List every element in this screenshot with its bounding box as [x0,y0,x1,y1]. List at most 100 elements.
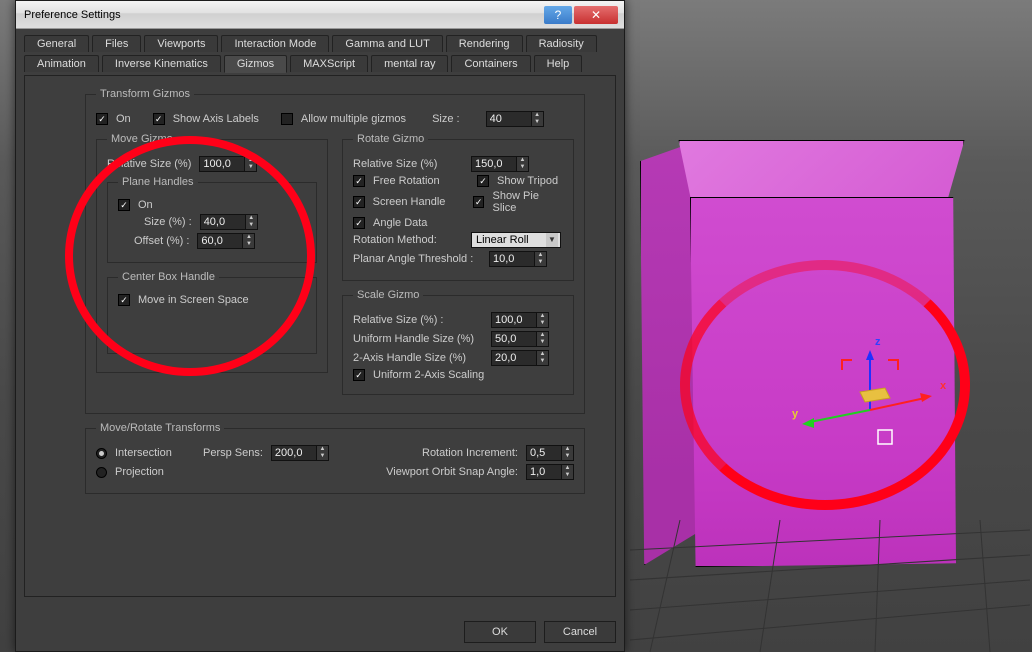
ph-size-label: Size (%) : [144,216,192,228]
tab-rendering[interactable]: Rendering [446,35,523,52]
ph-on-checkbox[interactable] [118,199,130,211]
ph-size-input[interactable] [200,214,246,230]
tg-allow-multiple-checkbox[interactable] [281,113,293,125]
rg-planar-input[interactable] [489,251,535,267]
tab-files[interactable]: Files [92,35,141,52]
ph-size-spinner[interactable]: ▲▼ [200,214,258,230]
rg-planar-spinner[interactable]: ▲▼ [489,251,547,267]
cube-front-face [690,197,970,567]
tab-viewports[interactable]: Viewports [144,35,218,52]
tab-help[interactable]: Help [534,55,583,72]
tab-containers[interactable]: Containers [451,55,530,72]
gizmos-panel: Transform Gizmos On Show Axis Labels All… [24,75,616,597]
rg-tripod-checkbox[interactable] [477,175,489,187]
sg-2axis-spinner[interactable]: ▲▼ [491,350,549,366]
ok-button[interactable]: OK [464,621,536,643]
rg-tripod-label: Show Tripod [497,175,558,187]
preferences-dialog: Preference Settings ? ✕ General Files Vi… [15,0,625,652]
mr-rotincr-spinner[interactable]: ▲▼ [526,445,574,461]
close-button[interactable]: ✕ [574,6,618,24]
ph-offset-spinner[interactable]: ▲▼ [197,233,255,249]
mr-projection-radio[interactable] [96,467,107,478]
rg-freerot-label: Free Rotation [373,175,469,187]
scale-gizmo-group: Scale Gizmo Relative Size (%) : ▲▼ Unifo… [342,289,574,395]
axis-x-label: x [940,380,946,392]
rg-pie-label: Show Pie Slice [492,190,563,214]
mr-intersection-label: Intersection [115,447,195,459]
rg-planar-label: Planar Angle Threshold : [353,253,481,265]
tg-size-label: Size : [432,113,460,125]
move-gizmo-legend: Move Gizmo [107,133,177,145]
tg-allow-multiple-label: Allow multiple gizmos [301,113,406,125]
rg-pie-checkbox[interactable] [473,196,485,208]
ph-on-label: On [138,199,153,211]
sg-uniform-spinner[interactable]: ▲▼ [491,331,549,347]
tabs-row-2: Animation Inverse Kinematics Gizmos MAXS… [24,55,616,72]
tg-on-label: On [116,113,131,125]
sg-relsize-spinner[interactable]: ▲▼ [491,312,549,328]
cb-move-label: Move in Screen Space [138,294,249,306]
tab-gizmos[interactable]: Gizmos [224,55,287,73]
cb-move-checkbox[interactable] [118,294,130,306]
plane-handles-legend: Plane Handles [118,176,198,188]
mg-relsize-spinner[interactable]: ▲▼ [199,156,257,172]
help-button[interactable]: ? [544,6,572,24]
mr-persp-spinner[interactable]: ▲▼ [271,445,329,461]
floor-grid [630,520,1030,652]
tab-inverse-kinematics[interactable]: Inverse Kinematics [102,55,221,72]
window-title: Preference Settings [24,9,121,21]
sg-uniformscale-checkbox[interactable] [353,369,365,381]
mr-persp-input[interactable] [271,445,317,461]
sg-uniform-input[interactable] [491,331,537,347]
move-rotate-transforms-group: Move/Rotate Transforms Intersection Pers… [85,422,585,494]
sg-uniformscale-label: Uniform 2-Axis Scaling [373,369,484,381]
cancel-button[interactable]: Cancel [544,621,616,643]
transform-gizmos-legend: Transform Gizmos [96,88,194,100]
tab-gamma-lut[interactable]: Gamma and LUT [332,35,442,52]
ph-offset-label: Offset (%) : [134,235,189,247]
mr-orbit-input[interactable] [526,464,562,480]
rotate-gizmo-group: Rotate Gizmo Relative Size (%) ▲▼ Free R… [342,133,574,281]
rg-relsize-input[interactable] [471,156,517,172]
axis-y-label: y [792,408,798,420]
rg-angledata-label: Angle Data [373,217,427,229]
mr-rotincr-input[interactable] [526,445,562,461]
rg-rotmethod-label: Rotation Method: [353,234,463,246]
rg-freerot-checkbox[interactable] [353,175,365,187]
tabs-row-1: General Files Viewports Interaction Mode… [24,35,616,52]
mr-orbit-spinner[interactable]: ▲▼ [526,464,574,480]
tg-size-spinner[interactable]: ▲▼ [486,111,544,127]
sg-uniform-label: Uniform Handle Size (%) [353,333,483,345]
mr-intersection-radio[interactable] [96,448,107,459]
sg-relsize-input[interactable] [491,312,537,328]
tg-show-axis-label: Show Axis Labels [173,113,259,125]
tg-show-axis-checkbox[interactable] [153,113,165,125]
tg-size-input[interactable] [486,111,532,127]
rg-rotmethod-dropdown[interactable]: Linear Roll [471,232,561,248]
axis-z-label: z [875,336,881,348]
ph-offset-input[interactable] [197,233,243,249]
rg-angledata-checkbox[interactable] [353,217,365,229]
rotate-gizmo-legend: Rotate Gizmo [353,133,428,145]
mg-relsize-input[interactable] [199,156,245,172]
move-rotate-legend: Move/Rotate Transforms [96,422,224,434]
tab-radiosity[interactable]: Radiosity [526,35,597,52]
tab-animation[interactable]: Animation [24,55,99,72]
rg-screen-checkbox[interactable] [353,196,365,208]
rg-relsize-spinner[interactable]: ▲▼ [471,156,529,172]
mr-orbit-label: Viewport Orbit Snap Angle: [386,466,518,478]
rg-relsize-label: Relative Size (%) [353,158,463,170]
tab-interaction-mode[interactable]: Interaction Mode [221,35,329,52]
dialog-footer: OK Cancel [16,613,624,651]
tg-on-checkbox[interactable] [96,113,108,125]
sg-relsize-label: Relative Size (%) : [353,314,483,326]
center-box-legend: Center Box Handle [118,271,219,283]
tab-mental-ray[interactable]: mental ray [371,55,448,72]
titlebar[interactable]: Preference Settings ? ✕ [16,1,624,29]
sg-2axis-input[interactable] [491,350,537,366]
scale-gizmo-legend: Scale Gizmo [353,289,423,301]
tab-maxscript[interactable]: MAXScript [290,55,368,72]
tab-general[interactable]: General [24,35,89,52]
plane-handles-group: Plane Handles On Size (%) : ▲▼ [107,176,317,263]
transform-gizmos-group: Transform Gizmos On Show Axis Labels All… [85,88,585,414]
